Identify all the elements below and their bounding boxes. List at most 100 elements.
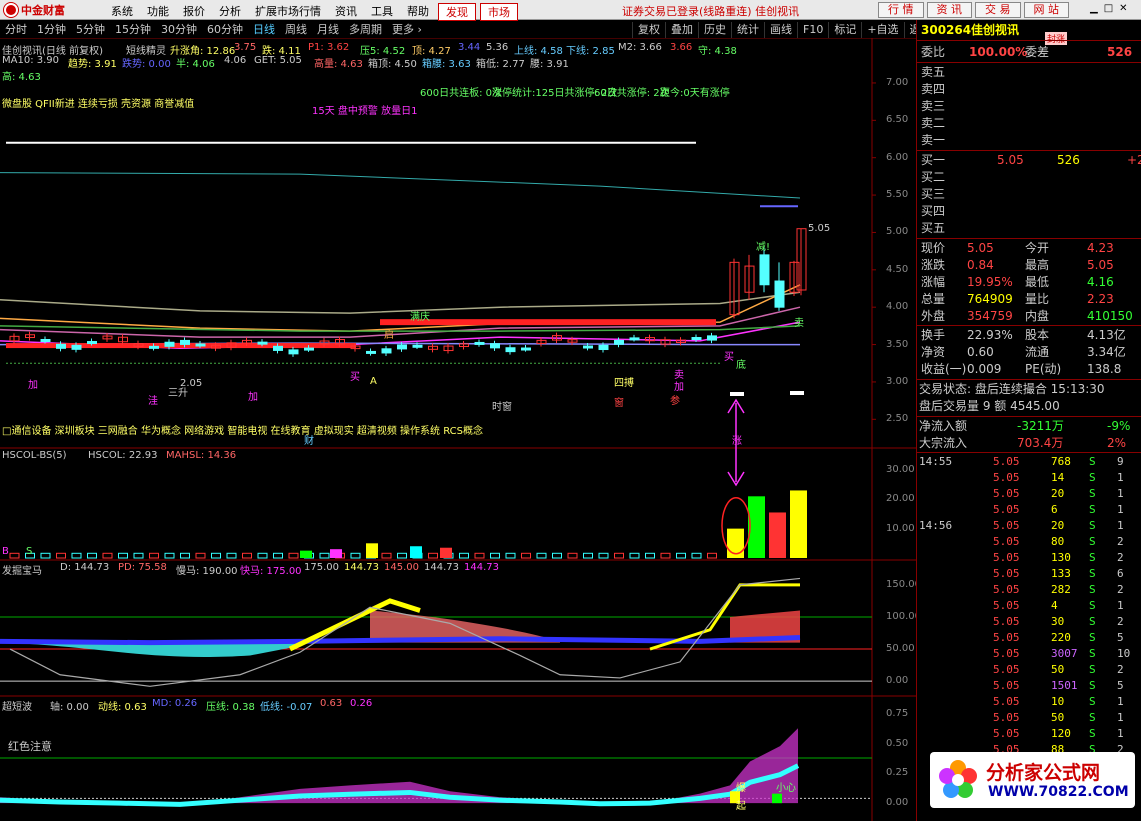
- buy-level-1-cell-2: 526: [1057, 153, 1080, 167]
- period-tab-4[interactable]: 30分钟: [156, 22, 202, 38]
- tick-cell-3: S: [1089, 519, 1096, 532]
- tick-cell-4: 5: [1117, 631, 1124, 644]
- menu-item-6[interactable]: 工具: [364, 3, 400, 21]
- tick-cell-3: S: [1089, 535, 1096, 548]
- quote-row-5: 换手 22.93% 股本 4.13亿: [917, 327, 1141, 344]
- price-tick-label: 3.50: [886, 338, 909, 350]
- bm-value-8: 144.73: [464, 562, 499, 573]
- tick-cell-1: 5.05: [993, 487, 1020, 500]
- tool-button-2[interactable]: 历史: [698, 22, 731, 38]
- quote-row-3-cell-2: 量比: [1025, 292, 1050, 306]
- period-tab-10[interactable]: 更多 ›: [387, 22, 427, 38]
- title-bar: 中金财富 系统 功能 报价 分析 扩展市场行情 资讯 工具 帮助 发现 市场 证券交易已登录(线路…: [0, 0, 1141, 21]
- stock-header-cell-0: 300264: [921, 23, 972, 37]
- top-button-3[interactable]: 网 站: [1023, 2, 1069, 18]
- tool-button-1[interactable]: 叠加: [665, 22, 698, 38]
- bm-value-7: 144.73: [424, 562, 459, 573]
- hscol-bar: [226, 552, 237, 559]
- webi-row-cell-2: 委差: [1025, 45, 1050, 59]
- tick-cell-3: S: [1089, 711, 1096, 724]
- quote-row-6: 净资 0.60 流通 3.34亿: [917, 344, 1141, 361]
- tick-cell-1: 5.05: [993, 551, 1020, 564]
- candle: [729, 258, 740, 319]
- menu-item-2[interactable]: 报价: [176, 3, 212, 21]
- bm-value-0: D: 144.73: [60, 562, 110, 573]
- quote-row-4-cell-0: 外盘: [921, 309, 946, 323]
- hscol-bar: [536, 552, 547, 559]
- tool-button-7[interactable]: +自选: [861, 22, 903, 38]
- rise-mark: 起: [736, 801, 746, 812]
- white-marker: [730, 392, 744, 396]
- tool-button-6[interactable]: 标记: [828, 22, 861, 38]
- chart-signal-13: 满庆: [410, 312, 430, 323]
- ma-value-3: 半: 4.06: [176, 59, 215, 70]
- divider: [917, 379, 1141, 380]
- period-tab-6[interactable]: 日线: [248, 22, 280, 38]
- kline-chart-area[interactable]: 佳创视讯(日线 前复权) 短线精灵 升涨角: 12.86 3.75 跌: 4.11 P1:…: [0, 38, 921, 821]
- menu-red-1[interactable]: 市场: [480, 3, 518, 21]
- menu-item-3[interactable]: 分析: [212, 3, 248, 21]
- buy-level-2-cell-0: 买二: [921, 170, 946, 184]
- tool-button-3[interactable]: 统计: [731, 22, 764, 38]
- main-value-1: 3.75: [234, 42, 257, 53]
- flow-row-1-cell-2: 2%: [1107, 436, 1127, 450]
- hscol-bar: [330, 549, 342, 558]
- tick-cell-1: 5.05: [993, 679, 1020, 692]
- flow-row-1: 大宗流入 703.4万 2%: [917, 435, 1141, 452]
- hscol-bar: [410, 546, 422, 558]
- quote-row-0-cell-1: 5.05: [967, 241, 994, 255]
- chart-signal-4: A: [370, 376, 377, 387]
- tick-cell-1: 5.05: [993, 599, 1020, 612]
- menu-red-0[interactable]: 发现: [438, 3, 476, 21]
- tool-button-0[interactable]: 复权: [632, 22, 665, 38]
- tick-row: 5.05 50 S 1: [917, 710, 1141, 726]
- quote-row-3-cell-1: 764909: [967, 292, 1013, 306]
- buy-level-2: 买二: [917, 169, 1141, 186]
- hscol-bar: [521, 552, 531, 559]
- price-tick-label: 5.00: [886, 226, 909, 238]
- period-tab-7[interactable]: 周线: [280, 22, 312, 38]
- period-tab-0[interactable]: 分时: [0, 22, 32, 38]
- menu-item-7[interactable]: 帮助: [400, 3, 436, 21]
- quote-row-7-cell-0: 收益(一): [921, 362, 967, 376]
- brand-icon: [4, 3, 18, 17]
- period-tab-5[interactable]: 60分钟: [202, 22, 248, 38]
- webi-row: 委比 100.00% 委差 526: [917, 44, 1141, 61]
- quote-row-6-cell-3: 3.34亿: [1087, 345, 1126, 359]
- period-tab-3[interactable]: 15分钟: [110, 22, 156, 38]
- menu-item-5[interactable]: 资讯: [328, 3, 364, 21]
- tool-button-5[interactable]: F10: [797, 22, 828, 38]
- ma-value-0: MA10: 3.90: [2, 55, 60, 66]
- quote-panel: 300264 佳创视讯 封涨 委比 100.00% 委差 526 卖五 卖四 卖三 卖二 卖一 买一 5.…: [916, 20, 1141, 821]
- menu-item-1[interactable]: 功能: [140, 3, 176, 21]
- top-button-2[interactable]: 交 易: [975, 2, 1021, 18]
- tick-cell-2: 50: [1051, 663, 1065, 676]
- cyan-trend-line: [0, 172, 801, 199]
- tick-row: 5.05 130 S 2: [917, 550, 1141, 566]
- period-tab-1[interactable]: 1分钟: [32, 22, 71, 38]
- tick-cell-2: 6: [1051, 503, 1058, 516]
- tick-cell-4: 2: [1117, 615, 1124, 628]
- menu-item-4[interactable]: 扩展市场行情: [248, 3, 328, 21]
- chart-signal-17: 涨: [732, 436, 742, 447]
- close-icon[interactable]: ✕: [1119, 3, 1127, 14]
- sell-level-2-cell-0: 卖二: [921, 116, 946, 130]
- candle: [789, 260, 800, 296]
- maximize-icon[interactable]: □: [1104, 3, 1113, 14]
- hscol-bar: [691, 552, 702, 559]
- wave-tick: 0.25: [886, 767, 909, 779]
- divider: [917, 452, 1141, 453]
- menu-item-0[interactable]: 系统: [104, 3, 140, 21]
- tool-button-4[interactable]: 画线: [764, 22, 797, 38]
- minimize-icon[interactable]: ▁: [1090, 3, 1098, 14]
- sell-level-5: 卖五: [917, 64, 1141, 81]
- period-tab-8[interactable]: 月线: [312, 22, 344, 38]
- tick-cell-2: 10: [1051, 695, 1065, 708]
- period-tab-9[interactable]: 多周期: [344, 22, 387, 38]
- top-button-1[interactable]: 资 讯: [926, 2, 972, 18]
- stat-3: 距今:0天有涨停: [660, 88, 730, 99]
- top-button-0[interactable]: 行 情: [878, 2, 924, 18]
- after-hours: 盘后交易量 9 额 4545.00: [917, 398, 1141, 415]
- tick-cell-3: S: [1089, 647, 1096, 660]
- period-tab-2[interactable]: 5分钟: [71, 22, 110, 38]
